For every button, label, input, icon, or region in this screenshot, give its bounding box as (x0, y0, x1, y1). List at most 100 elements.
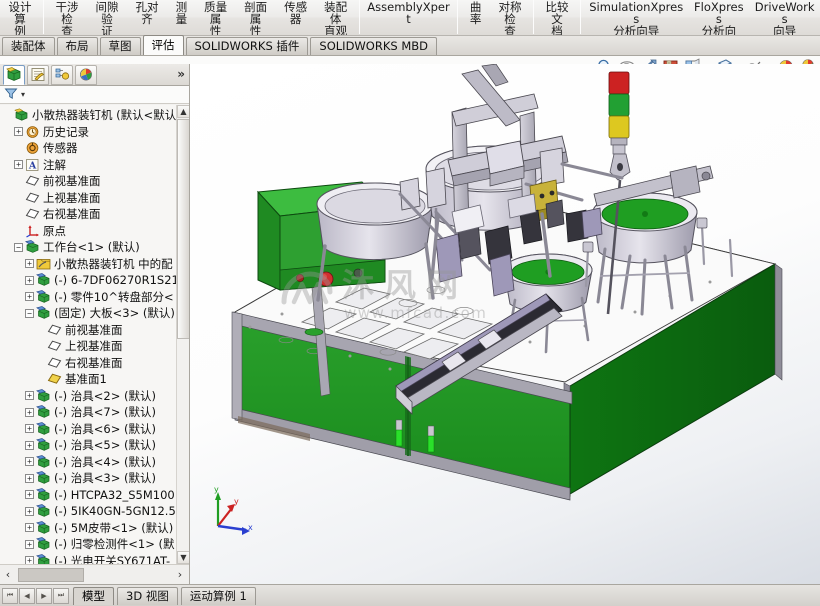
tree-expand-toggle-icon[interactable]: + (25, 391, 34, 401)
feature-tree-item[interactable]: + (-) 治具<5> (默认) (0, 437, 189, 454)
feature-tree-item[interactable]: 原点 (0, 223, 189, 240)
sheet-nav-button-1[interactable]: ◀ (19, 587, 35, 604)
ribbon-command-20[interactable]: DriveWorks 向导 (749, 0, 820, 35)
tree-expand-toggle-icon[interactable]: + (25, 440, 34, 450)
feature-tree[interactable]: 小散热器装钉机 (默认<默认_ + 历史记录 传感器 + A 注解 前视基准面 上视基准面 右视基… (0, 105, 189, 564)
feature-tree-item[interactable]: + 历史记录 (0, 124, 189, 141)
ribbon-tab-3[interactable]: 评估 (142, 35, 184, 55)
scroll-down-arrow-icon[interactable]: ▼ (177, 551, 189, 564)
ribbon-tab-5[interactable]: SOLIDWORKS MBD (310, 37, 438, 55)
tree-expand-toggle-icon[interactable]: + (25, 407, 34, 417)
bottom-tab-2[interactable]: 运动算例 1 (180, 586, 256, 605)
tree-expand-toggle-icon[interactable]: + (14, 127, 23, 137)
feature-tree-item[interactable]: + A 注解 (0, 157, 189, 174)
feature-tree-item[interactable]: − (固定) 大板<3> (默认) (0, 305, 189, 322)
ribbon-tab-1[interactable]: 布局 (56, 37, 98, 55)
feature-tree-item[interactable]: + (-) 5IK40GN-5GN12.5 (0, 503, 189, 520)
ribbon-command-19[interactable]: FloXpress分析向导 (688, 0, 749, 35)
ribbon-command-5[interactable]: 测量 (167, 0, 196, 35)
ribbon-command-11[interactable]: AssemblyXpert (363, 0, 455, 35)
ribbon-command-label: 剖面属 (244, 0, 268, 26)
ribbon-command-7[interactable]: 剖面属性 (236, 0, 276, 35)
ribbon-command-label: 档 (551, 24, 563, 36)
feature-tree-item[interactable]: + (-) 治具<7> (默认) (0, 404, 189, 421)
tree-expand-toggle-icon[interactable]: + (25, 457, 34, 467)
ribbon-command-18[interactable]: SimulationXpress 分析向导 (584, 0, 689, 35)
ribbon-tab-bar: 装配体 布局 草图 评估 SOLIDWORKS 插件 SOLIDWORKS MBD (0, 35, 820, 56)
filter-funnel-icon[interactable] (4, 87, 18, 103)
horizontal-scroll-thumb[interactable] (18, 567, 84, 582)
feature-tree-item[interactable]: 右视基准面 (0, 206, 189, 223)
feature-tree-item[interactable]: 小散热器装钉机 (默认<默认_ (0, 107, 189, 124)
feature-tree-item[interactable]: 基准面1 (0, 371, 189, 388)
ribbon-command-3[interactable]: 间隙验证 (87, 0, 127, 35)
ribbon-command-2[interactable]: 干涉检查 (47, 0, 87, 35)
feature-tree-item[interactable]: 前视基准面 (0, 322, 189, 339)
feature-tree-vertical-scrollbar[interactable]: ▲ ▼ (176, 105, 189, 564)
filter-dropdown-caret-icon[interactable]: ▾ (21, 90, 25, 99)
tree-expand-toggle-icon[interactable]: + (25, 292, 34, 302)
property-manager-tab[interactable] (27, 64, 49, 85)
tree-expand-toggle-icon[interactable]: + (25, 275, 34, 285)
tree-expand-toggle-icon[interactable]: + (25, 259, 34, 269)
tree-expand-toggle-icon[interactable]: + (14, 160, 23, 170)
tree-expand-toggle-icon[interactable]: + (25, 556, 34, 564)
tree-expand-toggle-icon[interactable]: + (25, 539, 34, 549)
scroll-left-arrow-icon[interactable]: ‹ (0, 566, 16, 584)
sheet-nav-button-0[interactable]: ⏮ (2, 587, 18, 604)
feature-tree-item[interactable]: 右视基准面 (0, 355, 189, 372)
feature-tree-item-label: (-) 光电开关SY671AT- (54, 553, 171, 564)
ribbon-tab-0[interactable]: 装配体 (2, 37, 55, 55)
bottom-tab-0[interactable]: 模型 (73, 586, 114, 605)
feature-tree-item[interactable]: + (-) 6-7DF06270R1S21 (0, 272, 189, 289)
ribbon-command-14[interactable]: 对称检查 (490, 0, 530, 35)
feature-tree-item[interactable]: + (-) 5M皮带<1> (默认) (0, 520, 189, 537)
tree-expand-toggle-icon[interactable]: − (25, 308, 34, 318)
feature-tree-item-label: (-) 6-7DF06270R1S21 (54, 273, 179, 288)
ribbon-command-13[interactable]: 曲率 (461, 0, 490, 35)
expand-panel-chevron-icon[interactable]: » (177, 67, 185, 81)
feature-tree-item[interactable]: 上视基准面 (0, 190, 189, 207)
feature-tree-item[interactable]: 上视基准面 (0, 338, 189, 355)
ribbon-command-8[interactable]: 传感器 (276, 0, 316, 35)
scroll-right-arrow-icon[interactable]: › (172, 566, 188, 584)
configuration-manager-tab[interactable] (51, 64, 73, 85)
feature-tree-item[interactable]: + (-) 光电开关SY671AT- (0, 553, 189, 564)
display-manager-tab[interactable] (75, 64, 97, 85)
sheet-nav-button-3[interactable]: ⏭ (53, 587, 69, 604)
tree-expand-toggle-icon[interactable]: − (14, 242, 23, 252)
feature-tree-item-label: 原点 (43, 223, 66, 238)
feature-manager-tab[interactable] (3, 64, 25, 85)
feature-tree-horizontal-scrollbar[interactable]: ‹ › (0, 564, 189, 584)
feature-tree-item[interactable]: + (-) 治具<4> (默认) (0, 454, 189, 471)
feature-tree-item[interactable]: + (-) 治具<6> (默认) (0, 421, 189, 438)
tree-expand-toggle-icon[interactable]: + (25, 506, 34, 516)
ribbon-command-16[interactable]: 比较文档 (537, 0, 577, 36)
ribbon-command-6[interactable]: 质量属性 (196, 0, 236, 35)
bottom-tab-1[interactable]: 3D 视图 (117, 586, 178, 605)
ribbon-command-4[interactable]: 孔对齐 (127, 0, 167, 35)
graphics-viewport[interactable]: y y x 沐风网 www.mfcad.com (190, 64, 820, 584)
tree-expand-toggle-icon[interactable]: + (25, 424, 34, 434)
feature-tree-item[interactable]: 前视基准面 (0, 173, 189, 190)
scroll-up-arrow-icon[interactable]: ▲ (177, 105, 189, 118)
ribbon-tab-4[interactable]: SOLIDWORKS 插件 (185, 37, 309, 55)
feature-tree-item[interactable]: − 工作台<1> (默认) (0, 239, 189, 256)
ribbon-command-9[interactable]: 装配体 直观 (316, 0, 356, 35)
vertical-scroll-thumb[interactable] (177, 119, 189, 339)
sheet-nav-button-2[interactable]: ▶ (36, 587, 52, 604)
tree-expand-toggle-icon[interactable]: + (25, 473, 34, 483)
ribbon-tab-2[interactable]: 草图 (99, 37, 141, 55)
feature-tree-item-label: (-) 治具<4> (默认) (54, 454, 156, 469)
feature-tree-item[interactable]: + (-) 治具<3> (默认) (0, 470, 189, 487)
feature-tree-item[interactable]: + (-) HTCPA32_S5M100 (0, 487, 189, 504)
feature-tree-item[interactable]: + (-) 零件10^转盘部分< (0, 289, 189, 306)
ribbon-command-0[interactable]: 设计算例▾ (0, 0, 40, 35)
feature-tree-item[interactable]: 传感器 (0, 140, 189, 157)
part-icon (36, 289, 51, 304)
feature-tree-item[interactable]: + (-) 归零检测件<1> (默 (0, 536, 189, 553)
feature-tree-item[interactable]: + 小散热器装钉机 中的配 (0, 256, 189, 273)
tree-expand-toggle-icon[interactable]: + (25, 490, 34, 500)
feature-tree-item[interactable]: + (-) 治具<2> (默认) (0, 388, 189, 405)
tree-expand-toggle-icon[interactable]: + (25, 523, 34, 533)
